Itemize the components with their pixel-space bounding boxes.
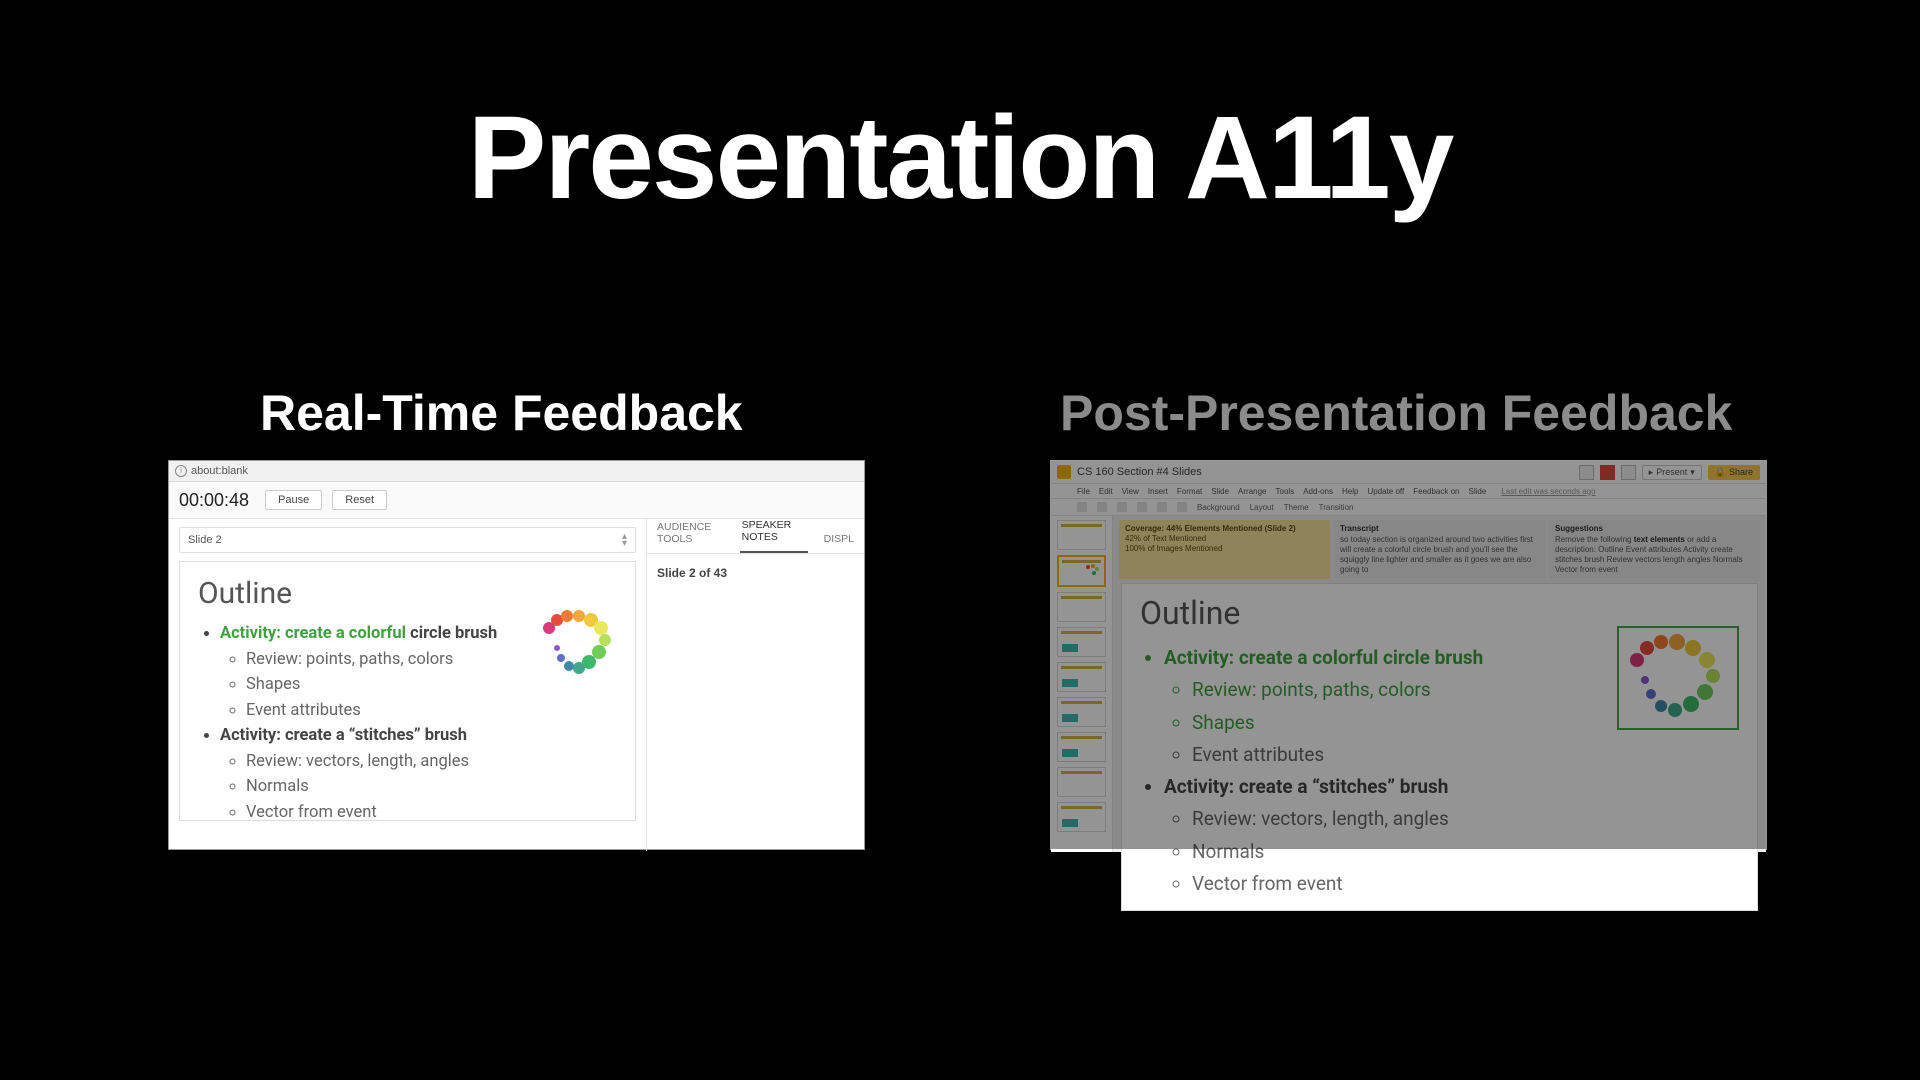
tool-label[interactable]: Transition	[1319, 503, 1354, 512]
menu-item[interactable]: View	[1122, 487, 1139, 496]
notes-panel: AUDIENCE TOOLS SPEAKER NOTES DISPL Slide…	[647, 519, 864, 851]
menu-item[interactable]: Update off	[1367, 487, 1404, 496]
notes-slide-indicator: Slide 2 of 43	[647, 554, 864, 592]
menu-item[interactable]: Format	[1177, 487, 1202, 496]
menu-item[interactable]: Insert	[1148, 487, 1168, 496]
tool-label[interactable]: Theme	[1284, 503, 1309, 512]
browser-address-bar[interactable]: i about:blank	[169, 461, 864, 482]
tool-icon[interactable]	[1077, 502, 1087, 512]
slide-canvas: Outline Activity: create a colorful circ…	[179, 561, 636, 821]
pause-button[interactable]: Pause	[265, 490, 322, 510]
bullet-activity-2: Activity: create a “stitches” brush	[1164, 771, 1739, 803]
thumbnail[interactable]	[1057, 627, 1106, 657]
editor-menubar: File Edit View Insert Format Slide Arran…	[1051, 484, 1766, 499]
tool-label[interactable]: Background	[1197, 503, 1240, 512]
selected-image-box[interactable]	[1617, 626, 1739, 730]
subbullet: Review: vectors, length, angles	[246, 749, 617, 775]
stepper-icon[interactable]: ▴▾	[622, 533, 627, 547]
thumbnail[interactable]	[1057, 802, 1106, 832]
editor-toolbar: Background Layout Theme Transition	[1051, 499, 1766, 516]
document-title[interactable]: CS 160 Section #4 Slides	[1077, 466, 1202, 478]
subbullet: Event attributes	[1192, 739, 1739, 771]
tab-speaker-notes[interactable]: SPEAKER NOTES	[740, 519, 808, 553]
menu-item[interactable]: Slide	[1469, 487, 1487, 496]
bullet-activity-2: Activity: create a “stitches” brush	[220, 723, 617, 749]
slide-preview-area: Slide 2 ▴▾ Outline Activity: create a co…	[169, 519, 647, 851]
editor-titlebar: CS 160 Section #4 Slides ▸ Present ▾ 🔒 S…	[1051, 461, 1766, 484]
menu-item[interactable]: Edit	[1099, 487, 1113, 496]
info-icon: i	[175, 465, 187, 477]
tool-icon[interactable]	[1137, 502, 1147, 512]
toolbar-square-icon[interactable]	[1600, 465, 1615, 480]
menu-item[interactable]: Tools	[1276, 487, 1295, 496]
post-feedback-screenshot: CS 160 Section #4 Slides ▸ Present ▾ 🔒 S…	[1050, 460, 1767, 850]
thumbnail-selected[interactable]	[1057, 555, 1106, 587]
share-button[interactable]: 🔒 Share	[1708, 465, 1760, 480]
subbullet: Review: vectors, length, angles	[1192, 803, 1739, 835]
url-text: about:blank	[191, 465, 248, 477]
presenter-toolbar: 00:00:48 Pause Reset	[169, 482, 864, 519]
tab-audience-tools[interactable]: AUDIENCE TOOLS	[655, 521, 726, 553]
menu-item[interactable]: Feedback on	[1413, 487, 1459, 496]
tool-icon[interactable]	[1117, 502, 1127, 512]
thumbnail[interactable]	[1057, 520, 1106, 550]
elapsed-timer: 00:00:48	[179, 490, 249, 511]
thumbnail[interactable]	[1057, 592, 1106, 622]
menu-item[interactable]: Add-ons	[1303, 487, 1333, 496]
brush-doodle-icon	[539, 606, 621, 684]
editor-main: Coverage: 44% Elements Mentioned (Slide …	[1113, 516, 1766, 852]
notes-tabs: AUDIENCE TOOLS SPEAKER NOTES DISPL	[647, 519, 864, 554]
slide-selector[interactable]: Slide 2 ▴▾	[179, 527, 636, 553]
present-button[interactable]: ▸ Present ▾	[1642, 465, 1702, 480]
right-column-heading: Post-Presentation Feedback	[1060, 384, 1732, 442]
thumbnail[interactable]	[1057, 662, 1106, 692]
subbullet: Normals	[1192, 836, 1739, 868]
menu-item[interactable]: Slide	[1211, 487, 1229, 496]
tool-label[interactable]: Layout	[1250, 503, 1274, 512]
menu-item[interactable]: Help	[1342, 487, 1358, 496]
suggestions-card[interactable]: Suggestions Remove the following text el…	[1549, 520, 1760, 579]
main-title: Presentation A11y	[0, 90, 1920, 226]
transcript-card[interactable]: Transcript so today section is organized…	[1334, 520, 1545, 579]
tool-icon[interactable]	[1097, 502, 1107, 512]
toolbar-square-icon[interactable]	[1579, 465, 1594, 480]
slide-canvas[interactable]: Outline Activity: create a colorful circ…	[1121, 583, 1758, 911]
slide-thumbnails[interactable]	[1051, 516, 1113, 852]
presentation-slide: Presentation A11y Real-Time Feedback Pos…	[0, 0, 1920, 1080]
feedback-row: Coverage: 44% Elements Mentioned (Slide …	[1113, 516, 1766, 583]
slides-logo-icon[interactable]	[1057, 465, 1071, 479]
subbullet: Event attributes	[246, 698, 617, 724]
menu-item[interactable]: Arrange	[1238, 487, 1266, 496]
thumbnail[interactable]	[1057, 767, 1106, 797]
brush-doodle-icon	[1619, 628, 1737, 728]
toolbar-square-icon[interactable]	[1621, 465, 1636, 480]
last-edit-text[interactable]: Last edit was seconds ago	[1501, 487, 1595, 496]
left-column-heading: Real-Time Feedback	[260, 384, 743, 442]
subbullet: Vector from event	[1192, 868, 1739, 900]
realtime-screenshot: i about:blank 00:00:48 Pause Reset Slide…	[168, 460, 865, 850]
coverage-card[interactable]: Coverage: 44% Elements Mentioned (Slide …	[1119, 520, 1330, 579]
thumbnail[interactable]	[1057, 697, 1106, 727]
reset-button[interactable]: Reset	[332, 490, 387, 510]
subbullet: Vector from event	[246, 800, 617, 826]
thumbnail[interactable]	[1057, 732, 1106, 762]
tool-icon[interactable]	[1177, 502, 1187, 512]
slide-selector-label: Slide 2	[188, 534, 222, 546]
tab-display[interactable]: DISPL	[822, 533, 856, 553]
menu-item[interactable]: File	[1077, 487, 1090, 496]
subbullet: Normals	[246, 774, 617, 800]
tool-icon[interactable]	[1157, 502, 1167, 512]
